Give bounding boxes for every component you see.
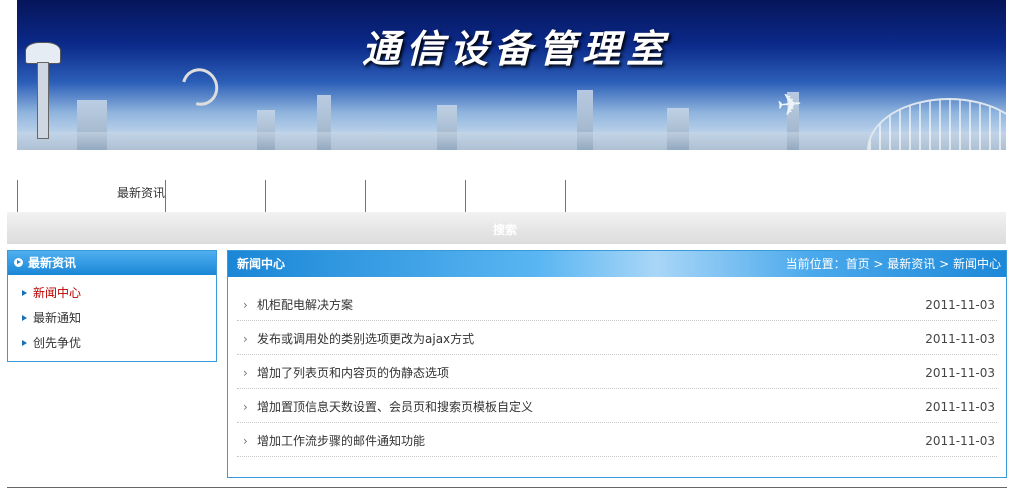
triangle-right-icon <box>22 290 27 296</box>
main-panel: 新闻中心 当前位置：首页 > 最新资讯 > 新闻中心 › 机柜配电解决方案 2011… <box>227 250 1007 478</box>
breadcrumb-current-link[interactable]: 新闻中心 <box>953 257 1001 271</box>
news-title[interactable]: 增加了列表页和内容页的伪静态选项 <box>257 355 449 391</box>
chevron-right-icon: › <box>243 366 248 380</box>
sidebar-item-label: 最新通知 <box>33 311 82 325</box>
control-tower-illustration <box>25 42 61 139</box>
news-item[interactable]: › 增加置顶信息天数设置、会员页和搜索页模板自定义 2011-11-03 <box>237 389 997 423</box>
chevron-right-icon: › <box>243 434 248 448</box>
header-banner: ✈ 通信设备管理室 <box>17 0 1006 150</box>
sidebar-item-excellence[interactable]: 创先争优 <box>22 333 216 358</box>
breadcrumb-separator: > <box>935 257 953 271</box>
panel-title: 新闻中心 <box>237 257 286 271</box>
nav-item-news[interactable]: 最新资讯 <box>17 180 166 212</box>
news-title[interactable]: 发布或调用处的类别选项更改为ajax方式 <box>257 321 474 357</box>
news-item[interactable]: › 发布或调用处的类别选项更改为ajax方式 2011-11-03 <box>237 321 997 355</box>
news-date: 2011-11-03 <box>925 400 995 414</box>
news-date: 2011-11-03 <box>925 434 995 448</box>
nav-item[interactable] <box>465 180 566 212</box>
sidebar-header: 最新资讯 <box>8 251 216 275</box>
main-header: 新闻中心 当前位置：首页 > 最新资讯 > 新闻中心 <box>228 251 1006 277</box>
breadcrumb-section-link[interactable]: 最新资讯 <box>887 257 935 271</box>
chevron-right-icon: › <box>243 298 248 312</box>
sidebar-item-news-center[interactable]: 新闻中心 <box>22 283 216 308</box>
news-title[interactable]: 增加工作流步骤的邮件通知功能 <box>257 423 425 459</box>
news-item[interactable]: › 机柜配电解决方案 2011-11-03 <box>237 287 997 321</box>
satellite-dish-illustration <box>174 61 226 113</box>
news-title[interactable]: 机柜配电解决方案 <box>257 287 353 323</box>
news-date: 2011-11-03 <box>925 332 995 346</box>
nav-item-label: 最新资讯 <box>117 186 166 200</box>
triangle-right-icon <box>22 315 27 321</box>
nav-item[interactable] <box>265 180 366 212</box>
chevron-right-icon: › <box>243 332 248 346</box>
nav-item[interactable] <box>165 180 266 212</box>
city-skyline <box>17 132 1006 150</box>
airplane-icon: ✈ <box>775 86 804 125</box>
news-title[interactable]: 增加置顶信息天数设置、会员页和搜索页模板自定义 <box>257 389 533 425</box>
sidebar-item-label: 新闻中心 <box>33 286 82 300</box>
nav-divider <box>565 180 567 212</box>
dome-illustration <box>867 98 1006 150</box>
sidebar-title: 最新资讯 <box>28 256 77 270</box>
nav-item[interactable] <box>365 180 466 212</box>
chevron-right-icon: › <box>243 400 248 414</box>
breadcrumb-separator: > <box>869 257 888 271</box>
arrow-circle-icon <box>14 258 23 267</box>
news-item[interactable]: › 增加了列表页和内容页的伪静态选项 2011-11-03 <box>237 355 997 389</box>
breadcrumb-home-link[interactable]: 首页 <box>846 257 870 271</box>
breadcrumb: 当前位置：首页 > 最新资讯 > 新闻中心 <box>786 251 1001 277</box>
sidebar-list: 新闻中心 最新通知 创先争优 <box>8 275 216 358</box>
news-date: 2011-11-03 <box>925 366 995 380</box>
news-date: 2011-11-03 <box>925 298 995 312</box>
search-bar: 搜索 <box>7 212 1006 244</box>
search-button[interactable]: 搜索 <box>493 221 517 238</box>
sidebar-item-label: 创先争优 <box>33 336 82 350</box>
news-item[interactable]: › 增加工作流步骤的邮件通知功能 2011-11-03 <box>237 423 997 457</box>
footer-divider <box>7 487 1007 488</box>
breadcrumb-prefix: 当前位置： <box>785 257 846 271</box>
sidebar-item-notices[interactable]: 最新通知 <box>22 308 216 333</box>
sidebar: 最新资讯 新闻中心 最新通知 创先争优 <box>7 250 217 362</box>
site-title: 通信设备管理室 <box>362 26 671 71</box>
news-list: › 机柜配电解决方案 2011-11-03 › 发布或调用处的类别选项更改为ajax方… <box>228 277 1006 457</box>
triangle-right-icon <box>22 340 27 346</box>
